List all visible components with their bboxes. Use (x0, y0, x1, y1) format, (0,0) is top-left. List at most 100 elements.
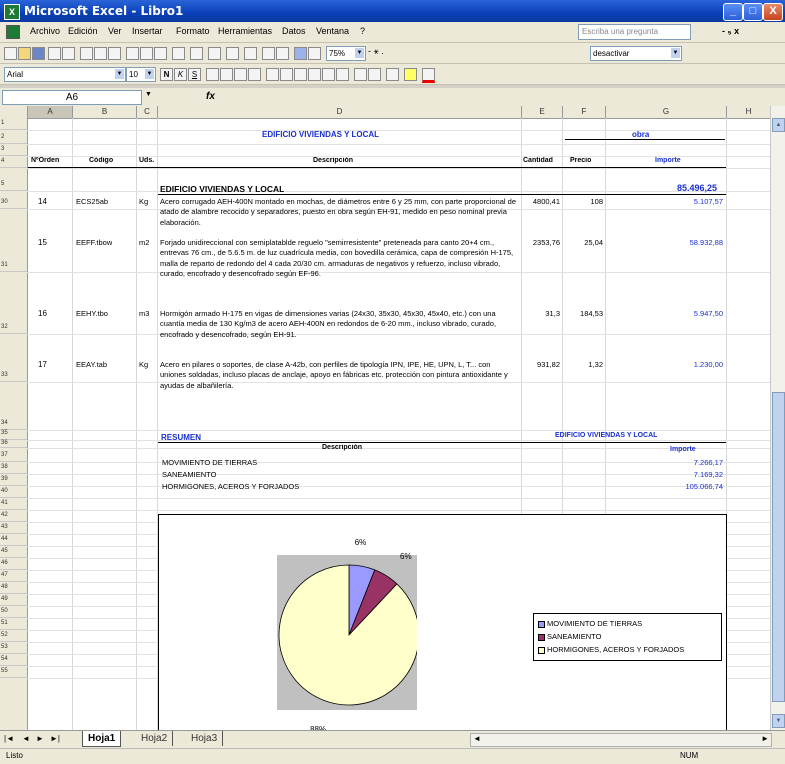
summary-amount-header[interactable]: Importe (670, 446, 696, 453)
row-header[interactable]: 47 (0, 570, 27, 582)
item-code[interactable]: ECS25ab (76, 197, 108, 206)
header-price[interactable]: Precio (570, 157, 591, 164)
decrease-decimal-icon[interactable] (336, 68, 349, 81)
borders-icon[interactable] (386, 68, 399, 81)
sort-descending-icon[interactable] (276, 47, 289, 60)
header-unit[interactable]: Uds. (139, 157, 154, 164)
summary-amount[interactable]: 7.169,32 (608, 470, 723, 479)
item-quantity[interactable]: 2353,76 (524, 238, 560, 247)
item-description[interactable]: Hormigón armado H-175 en vigas de dimens… (160, 309, 518, 359)
column-header-h[interactable]: H (727, 106, 770, 118)
row-header[interactable]: 52 (0, 630, 27, 642)
row-header[interactable]: 51 (0, 618, 27, 630)
align-left-icon[interactable] (206, 68, 219, 81)
row-header[interactable]: 45 (0, 546, 27, 558)
decrease-indent-icon[interactable] (354, 68, 367, 81)
row-header[interactable]: 50 (0, 606, 27, 618)
section-title[interactable]: EDIFICIO VIVIENDAS Y LOCAL (160, 184, 284, 194)
help-icon[interactable]: - ⚹ . (368, 46, 384, 57)
item-code[interactable]: EEFF.tbow (76, 238, 112, 247)
item-amount[interactable]: 1.230,00 (608, 360, 723, 369)
menu-archivo[interactable]: Archivo (30, 26, 60, 36)
row-header[interactable]: 53 (0, 642, 27, 654)
menu-datos[interactable]: Datos (282, 26, 306, 36)
item-amount[interactable]: 5.107,57 (608, 197, 723, 206)
fx-icon[interactable]: fx (206, 91, 215, 102)
last-sheet-button[interactable]: ►| (50, 734, 60, 743)
legend-item[interactable]: HORMIGONES, ACEROS Y FORJADOS (538, 645, 684, 654)
font-size-select[interactable]: 10 ▼ (126, 67, 156, 82)
obra-label[interactable]: obra (632, 130, 649, 139)
undo-icon[interactable] (190, 47, 203, 60)
menu-formato[interactable]: Formato (176, 26, 210, 36)
item-code[interactable]: EEAY.tab (76, 360, 107, 369)
summary-right-title[interactable]: EDIFICIO VIVIENDAS Y LOCAL (555, 432, 657, 439)
item-quantity[interactable]: 931,82 (524, 360, 560, 369)
column-header-e[interactable]: E (522, 106, 563, 118)
scroll-left-icon[interactable]: ◄ (473, 734, 481, 743)
italic-icon[interactable]: K (174, 68, 187, 81)
item-quantity[interactable]: 31,3 (524, 309, 560, 318)
summary-amount[interactable]: 105.066,74 (608, 482, 723, 491)
scroll-right-icon[interactable]: ► (761, 734, 769, 743)
permission-icon[interactable] (48, 47, 61, 60)
prev-sheet-button[interactable]: ◄ (22, 734, 30, 743)
bold-icon[interactable]: N (160, 68, 173, 81)
item-unit[interactable]: Kg (139, 197, 148, 206)
row-header[interactable]: 38 (0, 462, 27, 474)
menu-edicion[interactable]: Edición (68, 26, 98, 36)
format-painter-icon[interactable] (172, 47, 185, 60)
close-button[interactable]: X (763, 3, 783, 21)
euro-icon[interactable] (280, 68, 293, 81)
summary-title[interactable]: RESUMEN (161, 433, 201, 442)
summary-label[interactable]: HORMIGONES, ACEROS Y FORJADOS (162, 482, 299, 491)
first-sheet-button[interactable]: |◄ (4, 734, 14, 743)
column-header-a[interactable]: A (28, 106, 73, 118)
header-amount[interactable]: Importe (655, 157, 681, 164)
tab-hoja1[interactable]: Hoja1 (82, 731, 122, 747)
section-total[interactable]: 85.496,25 (677, 183, 717, 193)
autosum-icon[interactable] (244, 47, 257, 60)
scroll-down-icon[interactable]: ▼ (772, 714, 785, 728)
font-color-icon[interactable] (422, 68, 435, 83)
currency-icon[interactable] (266, 68, 279, 81)
workbook-icon[interactable] (6, 25, 20, 39)
row-header[interactable]: 44 (0, 534, 27, 546)
increase-indent-icon[interactable] (368, 68, 381, 81)
row-header[interactable]: 43 (0, 522, 27, 534)
open-icon[interactable] (18, 47, 31, 60)
row-header[interactable]: 40 (0, 486, 27, 498)
paste-icon[interactable] (154, 47, 167, 60)
select-all-corner[interactable] (0, 106, 28, 118)
zoom-select[interactable]: 75% ▼ (326, 46, 366, 61)
row-header[interactable]: 2 (0, 130, 27, 144)
new-icon[interactable] (4, 47, 17, 60)
name-box[interactable]: A6 (2, 90, 142, 105)
spelling-icon[interactable] (108, 47, 121, 60)
print-icon[interactable] (80, 47, 93, 60)
percent-icon[interactable] (294, 68, 307, 81)
thousands-icon[interactable] (308, 68, 321, 81)
column-header-f[interactable]: F (563, 106, 606, 118)
item-order[interactable]: 15 (38, 238, 47, 247)
column-header-b[interactable]: B (73, 106, 137, 118)
next-sheet-button[interactable]: ► (36, 734, 44, 743)
copy-icon[interactable] (140, 47, 153, 60)
vertical-scrollbar[interactable]: ▲ ▼ (770, 106, 785, 730)
row-header[interactable]: 30 (0, 191, 27, 209)
menu-ventana[interactable]: Ventana (316, 26, 349, 36)
row-header[interactable]: 5 (0, 168, 27, 191)
header-description[interactable]: Descripción (313, 157, 353, 164)
item-description[interactable]: Acero en pilares o soportes, de clase A-… (160, 360, 518, 410)
row-header[interactable]: 37 (0, 448, 27, 462)
item-price[interactable]: 184,53 (565, 309, 603, 318)
item-price[interactable]: 25,04 (565, 238, 603, 247)
redo-icon[interactable] (208, 47, 221, 60)
minimize-button[interactable]: _ (723, 3, 743, 21)
scroll-up-icon[interactable]: ▲ (772, 118, 785, 132)
item-unit[interactable]: m2 (139, 238, 149, 247)
drawing-icon[interactable] (308, 47, 321, 60)
row-header[interactable]: 36 (0, 440, 27, 448)
row-header[interactable]: 33 (0, 334, 27, 382)
item-amount[interactable]: 58.932,88 (608, 238, 723, 247)
